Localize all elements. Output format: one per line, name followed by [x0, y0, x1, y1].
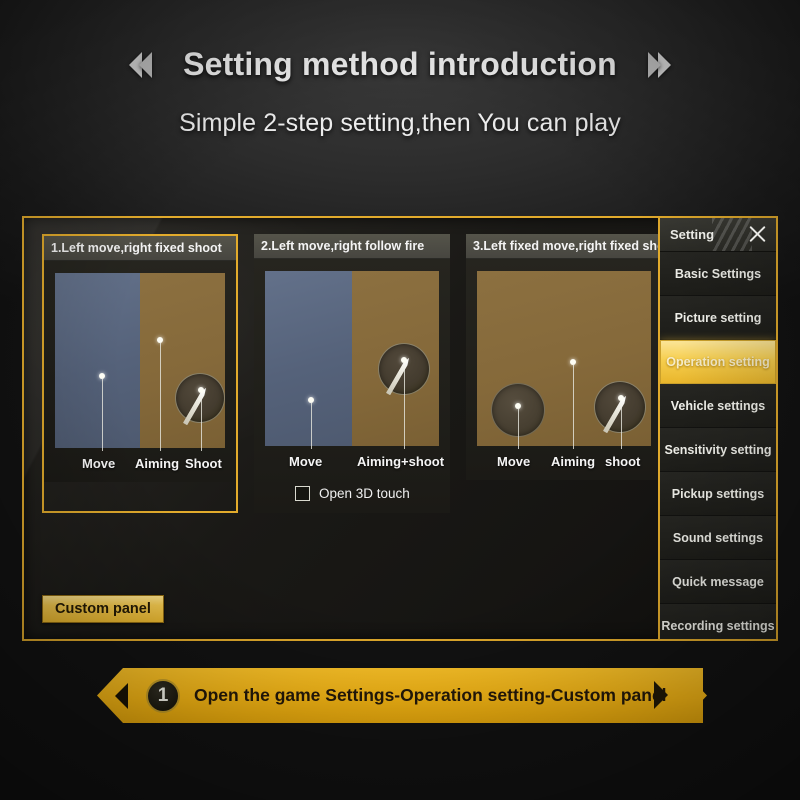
- sidebar-item-pickup-settings[interactable]: Pickup settings: [660, 472, 776, 516]
- control-scheme-card-3[interactable]: 3.Left fixed move,right fixed shoot Move: [466, 234, 662, 513]
- sidebar-item-sound-settings[interactable]: Sound settings: [660, 516, 776, 560]
- card-3-body: Move Aiming shoot: [466, 259, 662, 480]
- aim-shoot-leader-line: [404, 363, 405, 449]
- double-chevron-right-icon: [637, 49, 671, 81]
- shoot-pad-gold[interactable]: [140, 273, 225, 448]
- move-pad-blue[interactable]: [55, 273, 140, 448]
- page-title: Setting method introduction: [183, 46, 617, 82]
- open-3d-touch-label: Open 3D touch: [319, 486, 410, 501]
- move-dot: [99, 373, 105, 379]
- sidebar-item-sensitivity-setting[interactable]: Sensitivity setting: [660, 428, 776, 472]
- sidebar-item-operation-setting[interactable]: Operation setting: [660, 340, 776, 384]
- card-2-label-move: Move: [289, 454, 323, 469]
- sidebar-title: Setting: [670, 227, 715, 242]
- card-1-label-shoot: Shoot: [185, 456, 222, 471]
- control-scheme-card-1[interactable]: 1.Left move,right fixed shoot Move Aimin…: [42, 234, 238, 513]
- step-instruction-text: Open the game Settings-Operation setting…: [194, 685, 667, 705]
- double-chevron-left-icon: [129, 49, 163, 81]
- close-x-icon[interactable]: [748, 225, 767, 244]
- sidebar-item-basic-settings[interactable]: Basic Settings: [660, 252, 776, 296]
- card-1-label-aiming: Aiming: [135, 456, 180, 471]
- move-pad-blue[interactable]: [265, 271, 352, 446]
- aiming-dot: [157, 337, 163, 343]
- move-leader-line: [518, 409, 519, 449]
- card-1-body: Move Aiming Shoot: [44, 261, 236, 482]
- settings-sidebar: Setting Basic Settings Picture setting O…: [658, 218, 776, 639]
- card-2-pads: [265, 271, 439, 449]
- open-3d-touch-row[interactable]: Open 3D touch: [265, 480, 439, 513]
- sidebar-header: Setting: [660, 218, 776, 252]
- card-3-label-aiming: Aiming: [551, 454, 596, 469]
- control-scheme-cards: 1.Left move,right fixed shoot Move Aimin…: [42, 234, 662, 513]
- move-dot: [308, 397, 314, 403]
- card-3-label-shoot: shoot: [605, 454, 641, 469]
- card-2-body: Move Aiming+shoot Open 3D touch: [254, 259, 450, 513]
- move-dot: [515, 403, 521, 409]
- aiming-dot: [570, 359, 576, 365]
- aiming-leader-line: [573, 365, 574, 449]
- card-1-labels: Move Aiming Shoot: [55, 448, 225, 482]
- card-3-pads: [477, 271, 651, 449]
- card-3-header: 3.Left fixed move,right fixed shoot: [466, 234, 662, 259]
- card-2-labels: Move Aiming+shoot: [265, 446, 444, 480]
- settings-panel: 1.Left move,right fixed shoot Move Aimin…: [22, 216, 778, 641]
- card-1-pads: [55, 273, 225, 451]
- page-header: Setting method introduction Simple 2-ste…: [0, 0, 800, 138]
- triangle-right-icon: [654, 681, 668, 709]
- card-1-label-move: Move: [82, 456, 116, 471]
- step-banner: 1 Open the game Settings-Operation setti…: [97, 668, 703, 723]
- card-2-label-aiming-shoot: Aiming+shoot: [357, 454, 445, 469]
- control-scheme-card-2[interactable]: 2.Left move,right follow fire Move Aimin…: [254, 234, 450, 513]
- card-3-label-move: Move: [497, 454, 531, 469]
- sidebar-item-vehicle-settings[interactable]: Vehicle settings: [660, 384, 776, 428]
- shoot-leader-line: [201, 393, 202, 451]
- shoot-dot: [618, 395, 624, 401]
- card-3-labels: Move Aiming shoot: [477, 446, 651, 480]
- sidebar-item-picture-setting[interactable]: Picture setting: [660, 296, 776, 340]
- move-leader-line: [311, 403, 312, 449]
- aiming-leader-line: [160, 343, 161, 451]
- step-number-badge: 1: [146, 678, 180, 713]
- card-1-header: 1.Left move,right fixed shoot: [44, 236, 236, 261]
- page-subtitle: Simple 2-step setting,then You can play: [179, 109, 621, 137]
- sidebar-item-recording-settings[interactable]: Recording settings: [660, 604, 776, 639]
- triangle-left-icon: [115, 682, 128, 709]
- custom-panel-button[interactable]: Custom panel: [42, 595, 164, 623]
- sidebar-item-quick-message[interactable]: Quick message: [660, 560, 776, 604]
- title-row: Setting method introduction: [0, 46, 800, 83]
- move-leader-line: [102, 379, 103, 451]
- open-3d-touch-checkbox[interactable]: [295, 486, 310, 501]
- stripe-decoration: [712, 218, 752, 251]
- card-2-header: 2.Left move,right follow fire: [254, 234, 450, 259]
- aim-shoot-dot: [401, 357, 407, 363]
- shoot-dot: [198, 387, 204, 393]
